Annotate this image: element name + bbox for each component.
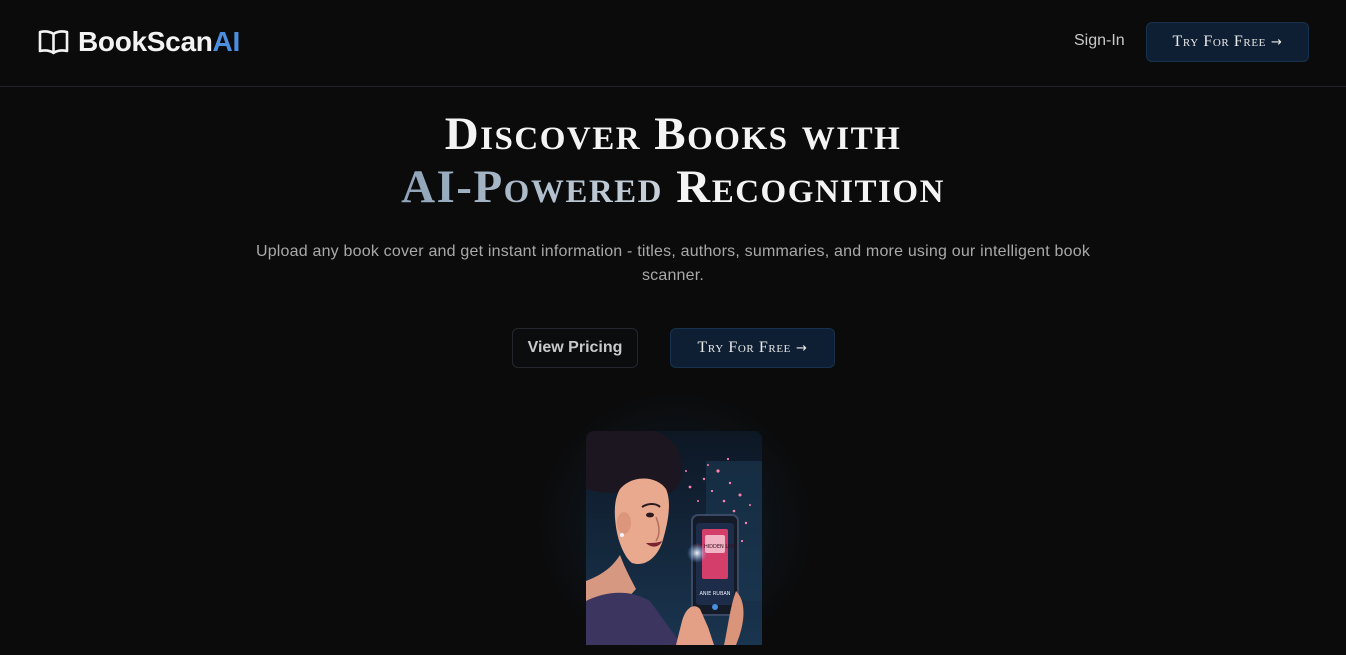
brand-name-main: BookScan	[78, 26, 213, 57]
hero-try-free-button[interactable]: Try For Free →	[670, 328, 835, 368]
hero-subtitle: Upload any book cover and get instant in…	[255, 243, 1091, 284]
open-book-icon	[38, 30, 69, 55]
arrow-right-icon: →	[796, 340, 808, 356]
view-pricing-button[interactable]: View Pricing	[512, 328, 638, 368]
hero-title: Discover Books with AI-Powered Recogniti…	[0, 108, 1346, 214]
nav-try-free-button[interactable]: Try For Free →	[1146, 22, 1309, 62]
nav-try-free-label: Try For Free	[1172, 33, 1266, 50]
arrow-right-icon: →	[1271, 34, 1283, 50]
hero-try-free-label: Try For Free	[697, 339, 791, 356]
hero-title-highlight: AI-Powered	[401, 161, 664, 213]
top-navbar: BookScanAI Sign-In Try For Free →	[0, 0, 1346, 87]
book-cover-author: ANIE RUBAN	[699, 591, 730, 597]
brand-name-accent: AI	[212, 26, 241, 57]
sign-in-link[interactable]: Sign-In	[1074, 31, 1125, 51]
hero-title-line2: AI-Powered Recognition	[0, 161, 1346, 214]
hero-title-rest: Recognition	[663, 161, 945, 213]
brand-logo[interactable]: BookScanAI	[38, 26, 240, 58]
hero-illustration: THE HIDDEN LEAF ANIE RUBAN	[586, 431, 762, 645]
brand-name: BookScanAI	[78, 26, 240, 58]
person-scanning-book-illustration: THE HIDDEN LEAF ANIE RUBAN	[586, 431, 762, 645]
hero-title-line1: Discover Books with	[444, 108, 902, 160]
